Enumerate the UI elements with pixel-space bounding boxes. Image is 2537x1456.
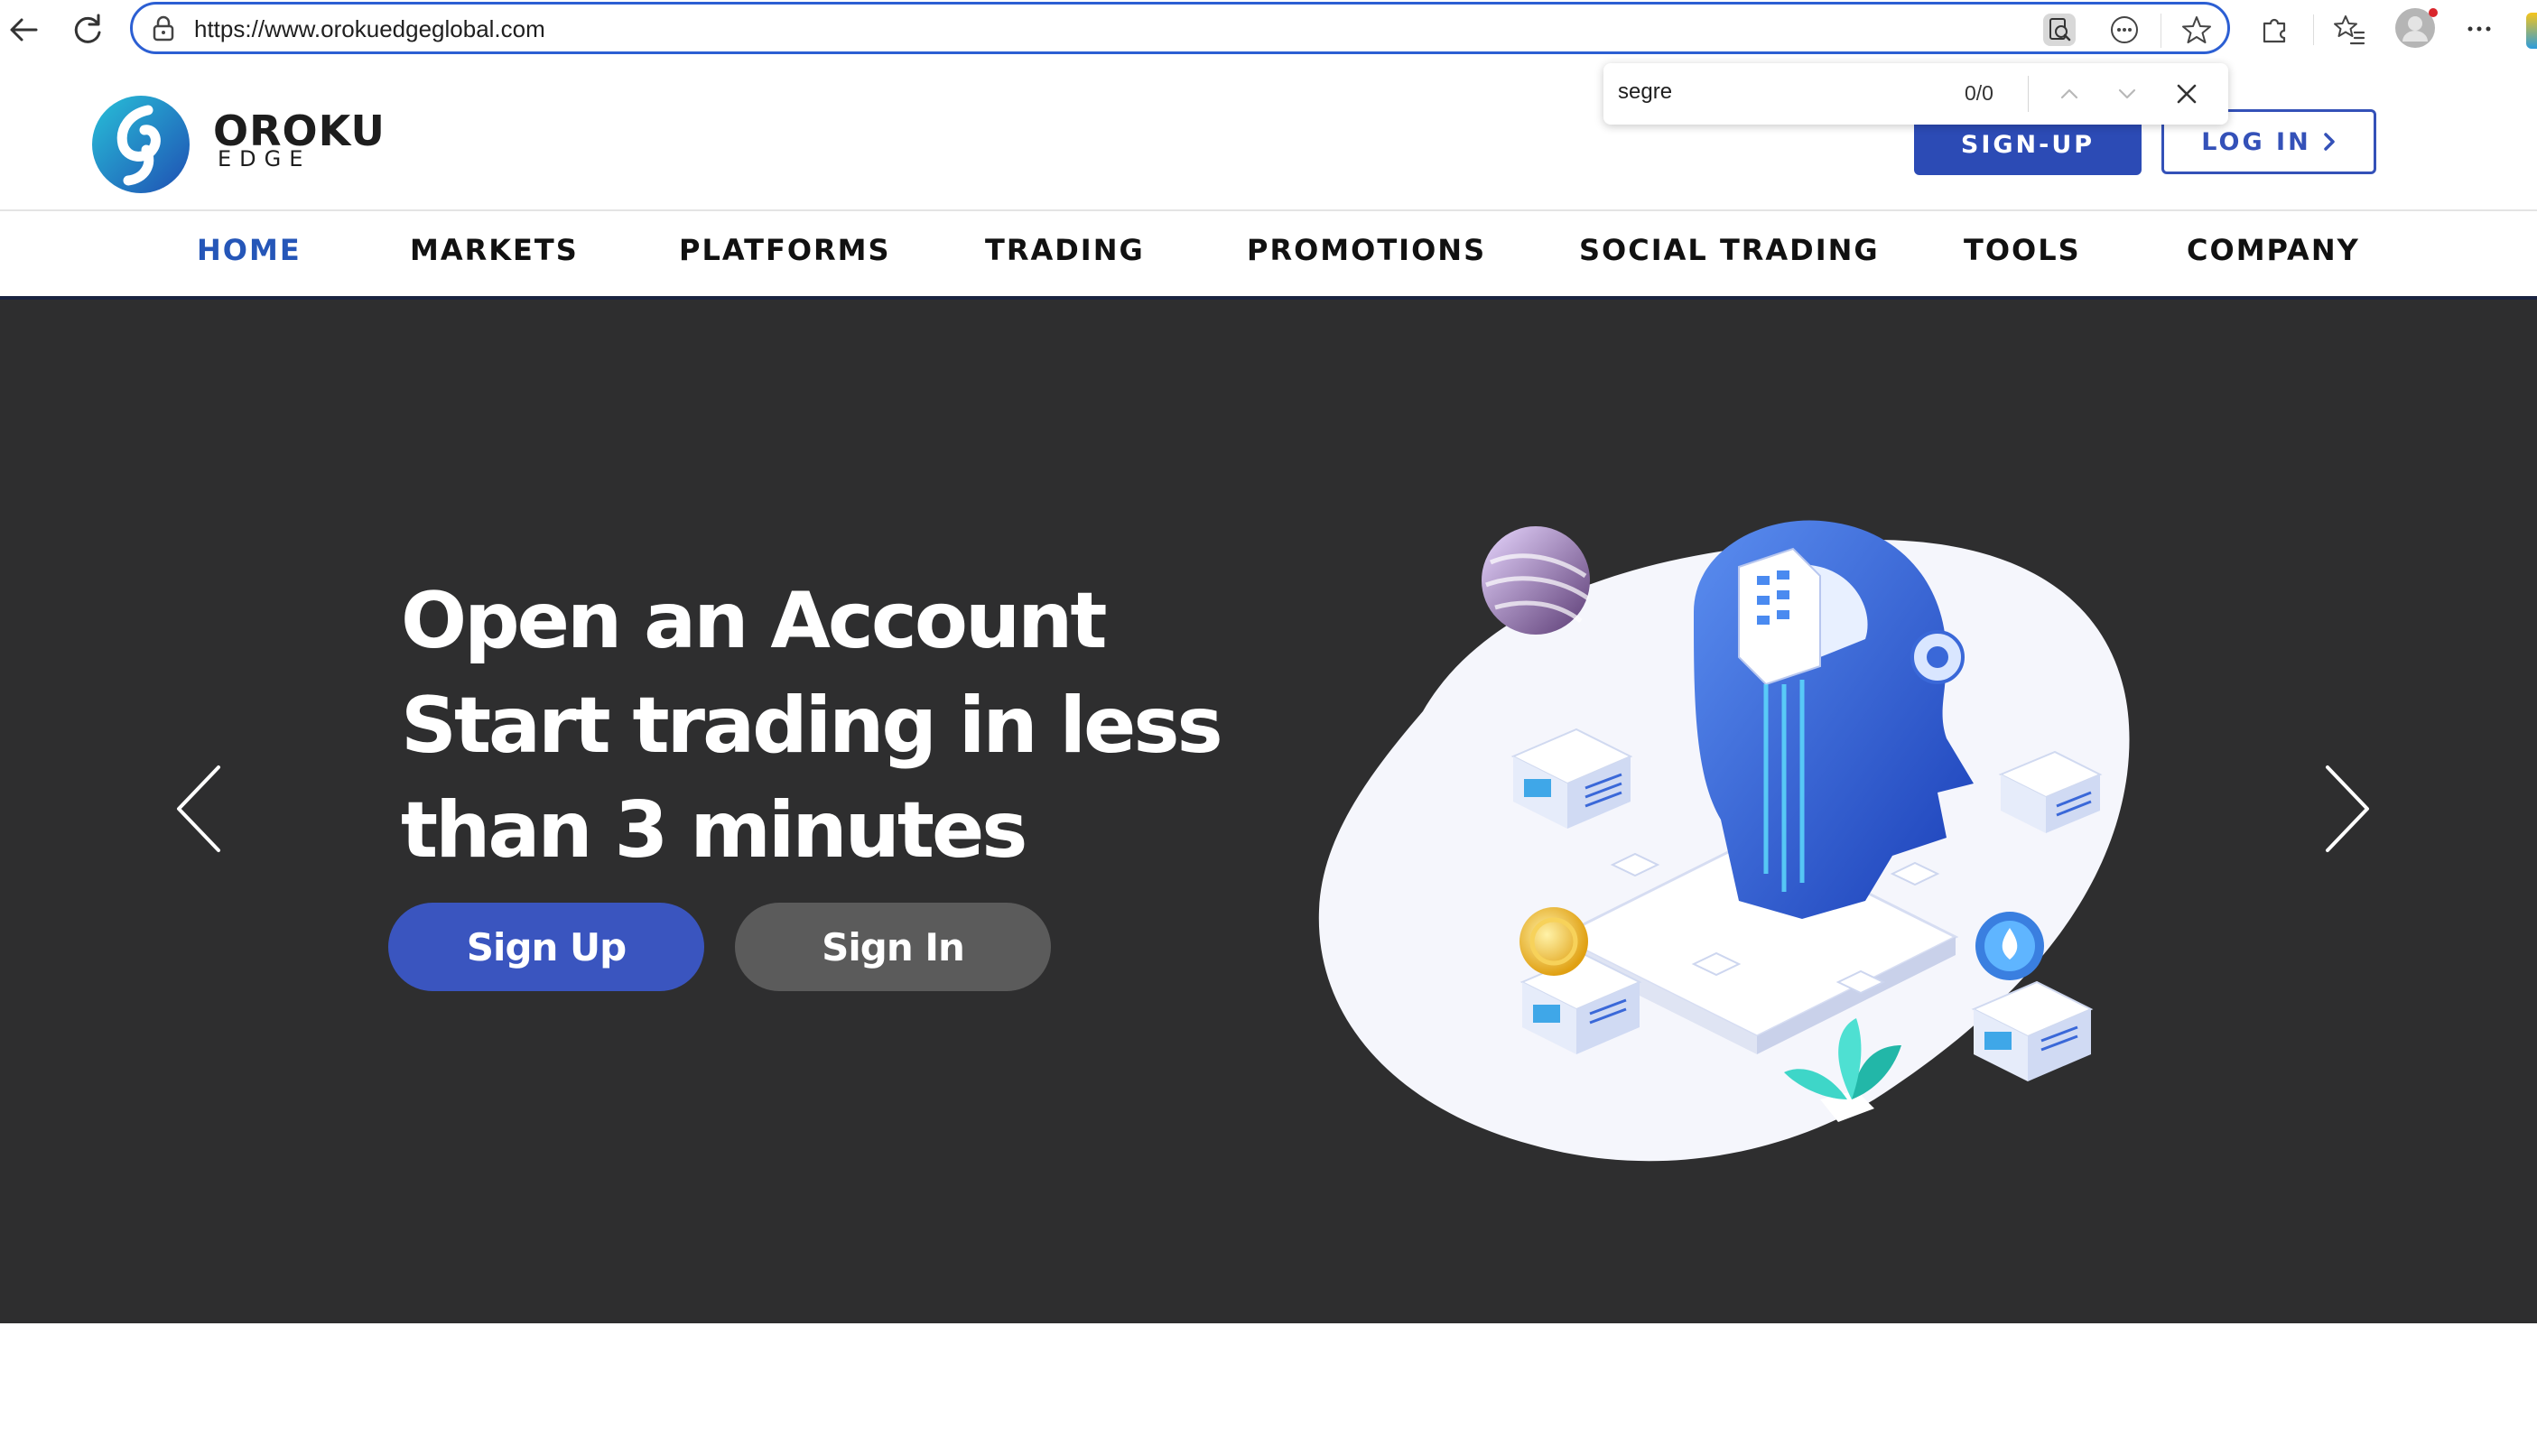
nav-item-company[interactable]: COMPANY xyxy=(2187,233,2360,267)
hero-signin-button[interactable]: Sign In xyxy=(735,903,1051,991)
hero-signup-button[interactable]: Sign Up xyxy=(388,903,704,991)
nav-item-home[interactable]: HOME xyxy=(197,233,302,267)
more-options-circle-icon[interactable] xyxy=(2108,14,2141,46)
lock-icon[interactable] xyxy=(151,15,176,42)
refresh-icon[interactable] xyxy=(65,7,110,52)
nav-item-tools[interactable]: TOOLS xyxy=(1964,233,2081,267)
browser-toolbar: https://www.orokuedgeglobal.com xyxy=(0,0,2537,60)
hero-title: Open an Account Start trading in less th… xyxy=(401,569,1223,883)
nav-item-promotions[interactable]: PROMOTIONS xyxy=(1247,233,1486,267)
profile-notification-dot xyxy=(2429,8,2438,17)
close-icon[interactable] xyxy=(2170,78,2203,110)
find-bar: segre 0/0 xyxy=(1603,63,2228,125)
nav-item-social-trading[interactable]: SOCIAL TRADING xyxy=(1579,233,1880,267)
find-match-count: 0/0 xyxy=(1965,81,1993,105)
slider-next-arrow-icon[interactable] xyxy=(2320,762,2374,856)
hero-title-line-3: than 3 minutes xyxy=(401,785,1027,876)
find-in-page-icon[interactable] xyxy=(2043,14,2076,46)
hero-title-line-2: Start trading in less xyxy=(401,681,1223,771)
settings-more-icon[interactable] xyxy=(2461,11,2497,47)
hero-title-line-1: Open an Account xyxy=(401,576,1108,666)
nav-item-markets[interactable]: MARKETS xyxy=(410,233,579,267)
ai-head-illustration xyxy=(1318,520,2130,1162)
logo-subtext: EDGE xyxy=(218,146,311,172)
chevron-down-icon[interactable] xyxy=(2111,78,2143,110)
favorite-star-icon[interactable] xyxy=(2180,14,2213,46)
back-arrow-icon[interactable] xyxy=(2,7,47,52)
main-navigation: HOME MARKETS PLATFORMS TRADING PROMOTION… xyxy=(0,211,2537,298)
nav-item-trading[interactable]: TRADING xyxy=(985,233,1145,267)
nav-item-platforms[interactable]: PLATFORMS xyxy=(679,233,891,267)
find-input[interactable]: segre xyxy=(1618,79,1672,105)
header-login-label: LOG IN xyxy=(2201,127,2311,156)
chevron-right-icon xyxy=(2323,133,2335,151)
hero-slider: Open an Account Start trading in less th… xyxy=(0,300,2537,1323)
chevron-up-icon[interactable] xyxy=(2053,78,2086,110)
toolbar-divider xyxy=(2313,14,2314,45)
copilot-icon[interactable] xyxy=(2526,13,2537,49)
url-text[interactable]: https://www.orokuedgeglobal.com xyxy=(194,15,545,43)
address-bar[interactable]: https://www.orokuedgeglobal.com xyxy=(130,2,2230,54)
favorites-list-icon[interactable] xyxy=(2331,11,2367,47)
oroku-logo-icon[interactable] xyxy=(90,94,191,195)
find-bar-divider xyxy=(2028,76,2029,112)
slider-prev-arrow-icon[interactable] xyxy=(172,762,226,856)
extensions-puzzle-icon[interactable] xyxy=(2257,11,2293,47)
